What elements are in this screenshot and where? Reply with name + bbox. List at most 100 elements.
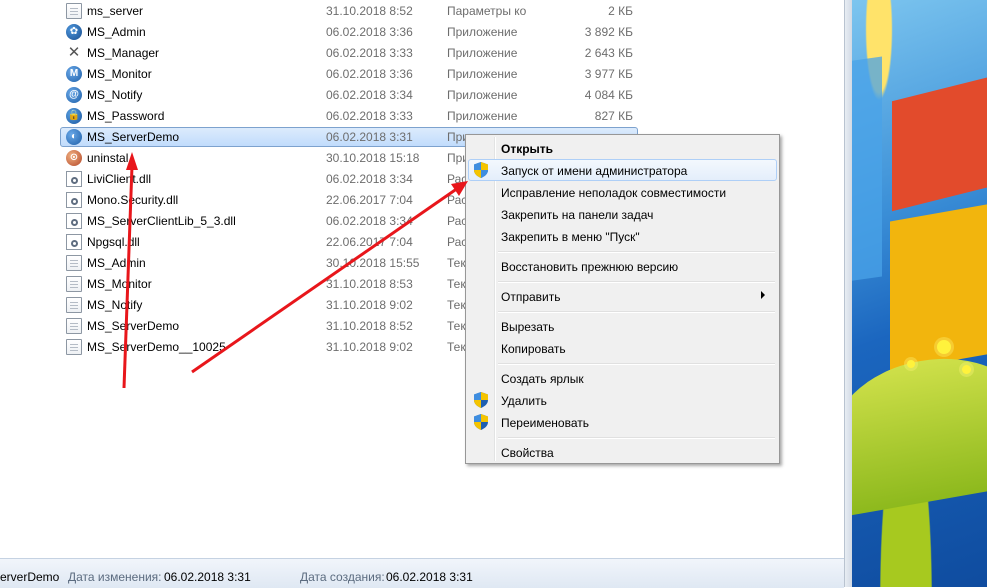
file-name: MS_ServerDemo [87,130,180,144]
file-size: 827 КБ [594,109,633,123]
windows-logo-pane-red [892,68,987,212]
status-modified-label: Дата изменения: [68,570,162,584]
status-created-value: 06.02.2018 3:31 [386,570,473,584]
monitor-m-icon: M [66,66,82,82]
file-date: 06.02.2018 3:36 [326,67,413,81]
file-name: MS_Manager [87,46,160,60]
dll-icon [66,171,82,187]
file-name: MS_Notify [87,88,143,102]
file-name: MS_Notify [87,298,143,312]
menu-item-create-shortcut[interactable]: Создать ярлык [468,367,777,389]
file-name: LiviClient.dll [87,172,152,186]
uninstall-icon: ⊙ [66,150,82,166]
menu-separator [498,363,775,365]
file-name: MS_Password [87,109,165,123]
menu-item-troubleshoot-compatibility[interactable]: Исправление неполадок совместимости [468,181,777,203]
menu-item-restore-previous-versions[interactable]: Восстановить прежнюю версию [468,255,777,277]
menu-item-open[interactable]: Открыть [468,137,777,159]
file-row[interactable]: 🔒 MS_Password 06.02.2018 3:33 Приложение… [60,106,638,126]
menu-item-properties[interactable]: Свойства [468,441,777,463]
menu-item-cut[interactable]: Вырезать [468,315,777,337]
status-created-label: Дата создания: [300,570,385,584]
file-date: 06.02.2018 3:33 [326,46,413,60]
menu-item-delete[interactable]: Удалить [468,389,777,411]
config-file-icon [66,3,82,19]
server-app-icon: ◐ [66,129,82,145]
status-file-name: erverDemo [0,570,60,584]
file-date: 31.10.2018 8:53 [326,277,413,291]
uac-shield-icon [474,414,488,430]
file-name: MS_ServerDemo__10025 [87,340,226,354]
flower-icon [907,360,915,368]
file-date: 31.10.2018 9:02 [326,340,413,354]
tools-icon: ✕ [67,44,81,61]
file-size: 4 084 КБ [584,88,633,102]
uac-shield-icon [474,392,488,408]
text-file-icon [66,255,82,271]
dll-icon [66,192,82,208]
file-type: Приложение [447,46,518,60]
file-row[interactable]: @ MS_Notify 06.02.2018 3:34 Приложение 4… [60,85,638,105]
file-name: Npgsql.dll [87,235,140,249]
file-size: 3 977 КБ [584,67,633,81]
details-status-bar: erverDemo Дата изменения: 06.02.2018 3:3… [0,558,844,588]
navigation-pane [0,0,49,558]
file-row[interactable]: ✿ MS_Admin 06.02.2018 3:36 Приложение 3 … [60,22,638,42]
file-date: 31.10.2018 8:52 [326,319,413,333]
file-name: Mono.Security.dll [87,193,179,207]
menu-separator [498,281,775,283]
lock-icon: 🔒 [66,108,82,124]
menu-separator [498,437,775,439]
desktop-wallpaper [852,0,987,587]
file-type: Приложение [447,109,518,123]
menu-item-rename[interactable]: Переименовать [468,411,777,433]
file-date: 06.02.2018 3:34 [326,88,413,102]
file-date: 22.06.2017 7:04 [326,235,413,249]
flower-icon [962,365,971,374]
file-date: 06.02.2018 3:36 [326,25,413,39]
file-name: MS_Monitor [87,67,152,81]
flower-icon [937,340,951,354]
submenu-arrow-icon [761,291,765,299]
uac-shield-icon [474,162,488,178]
file-row[interactable]: ms_server 31.10.2018 8:52 Параметры конф… [60,1,638,21]
file-name: MS_Admin [87,25,146,39]
text-file-icon [66,318,82,334]
file-name: uninstal [87,151,129,165]
file-date: 30.10.2018 15:55 [326,256,420,270]
file-date: 31.10.2018 9:02 [326,298,413,312]
windows-logo-pane-blue [852,56,882,284]
file-size: 2 643 КБ [584,46,633,60]
menu-item-send-to[interactable]: Отправить [468,285,777,307]
file-type: Параметры конф... [447,4,527,18]
file-row[interactable]: ✕ MS_Manager 06.02.2018 3:33 Приложение … [60,43,638,63]
file-date: 06.02.2018 3:34 [326,172,413,186]
file-size: 3 892 КБ [584,25,633,39]
dll-icon [66,234,82,250]
text-file-icon [66,276,82,292]
file-name: MS_Admin [87,256,146,270]
context-menu: Открыть Запуск от имени администратора И… [465,134,780,464]
menu-separator [498,311,775,313]
menu-item-pin-taskbar[interactable]: Закрепить на панели задач [468,203,777,225]
file-date: 30.10.2018 15:18 [326,151,420,165]
status-modified-value: 06.02.2018 3:31 [164,570,251,584]
file-row[interactable]: M MS_Monitor 06.02.2018 3:36 Приложение … [60,64,638,84]
file-date: 22.06.2017 7:04 [326,193,413,207]
text-file-icon [66,339,82,355]
file-name: MS_ServerClientLib_5_3.dll [87,214,236,228]
menu-item-copy[interactable]: Копировать [468,337,777,359]
menu-item-pin-start[interactable]: Закрепить в меню "Пуск" [468,225,777,247]
file-name: MS_Monitor [87,277,152,291]
at-sign-icon: @ [66,87,82,103]
file-date: 06.02.2018 3:31 [326,130,413,144]
menu-item-run-as-admin[interactable]: Запуск от имени администратора [468,159,777,181]
menu-separator [498,251,775,253]
file-date: 06.02.2018 3:33 [326,109,413,123]
file-type: Приложение [447,67,518,81]
dll-icon [66,213,82,229]
file-type: Приложение [447,25,518,39]
file-size: 2 КБ [608,4,633,18]
file-date: 06.02.2018 3:34 [326,214,413,228]
text-file-icon [66,297,82,313]
